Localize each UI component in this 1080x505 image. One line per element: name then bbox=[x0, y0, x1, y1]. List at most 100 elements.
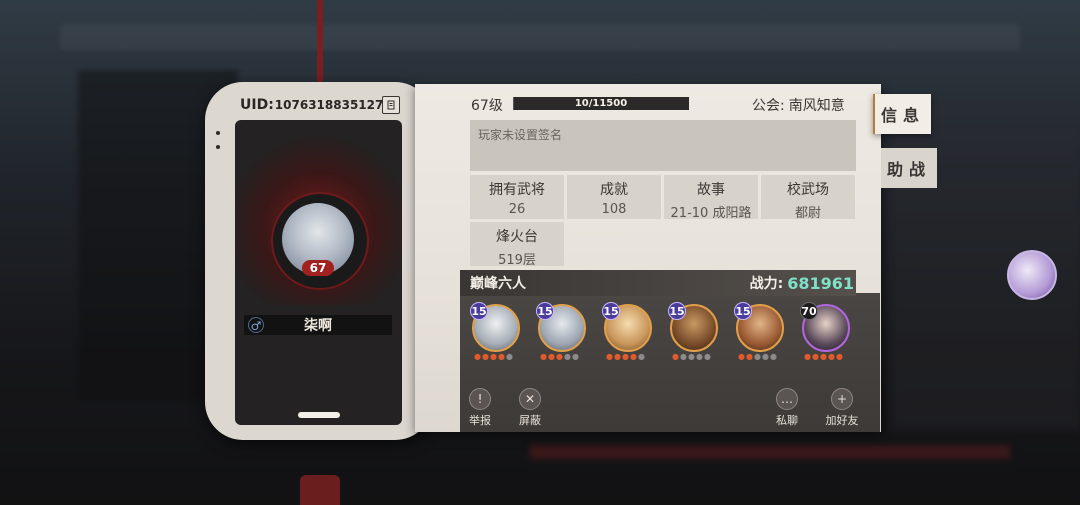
hero-star-icon: ● bbox=[489, 352, 497, 361]
guild-name: 南风知意 bbox=[788, 98, 845, 114]
team-header: 巅峰六人 战力: 681961 bbox=[460, 270, 856, 296]
stat-label: 拥有武将 bbox=[489, 182, 545, 198]
uid-label: UID: bbox=[240, 97, 274, 113]
hero-level-badge: 15 bbox=[668, 302, 686, 320]
hero-star-icon: ● bbox=[547, 352, 555, 361]
card-slot bbox=[298, 412, 340, 418]
card-rivet bbox=[216, 145, 220, 149]
stat-heroes-owned[interactable]: 拥有武将 26 bbox=[470, 175, 564, 219]
card-string bbox=[317, 0, 323, 92]
team-hero-slot[interactable]: 70 ● ● ● ● ● bbox=[800, 302, 852, 368]
tab-info-label: 信息 bbox=[880, 106, 925, 125]
player-name: 柒啊 bbox=[304, 318, 332, 334]
hero-star-icon: ● bbox=[505, 352, 513, 361]
mute-icon: ✕ bbox=[519, 388, 541, 410]
hero-star-icon: ● bbox=[606, 352, 613, 361]
stat-value: 21-10 成阳路 bbox=[670, 206, 752, 221]
tab-assist[interactable]: 助战 bbox=[881, 148, 937, 188]
hero-star-icon: ● bbox=[835, 352, 843, 361]
uid-value: 10763188351274 bbox=[274, 98, 392, 112]
xp-progress-bar: 10/11500 bbox=[513, 97, 689, 110]
tab-assist-label: 助战 bbox=[886, 160, 931, 179]
stat-value: 519层 bbox=[498, 253, 536, 268]
hero-stars: ● ● ● ● ● bbox=[804, 352, 850, 361]
team-hero-slot[interactable]: 15 ● ● ● ● ● bbox=[602, 302, 654, 368]
hero-star-icon: ● bbox=[571, 352, 579, 361]
hero-star-icon: ● bbox=[738, 352, 745, 361]
hero-star-icon: ● bbox=[753, 352, 761, 361]
stat-beacon-tower[interactable]: 烽火台 519层 bbox=[470, 222, 564, 268]
tab-info[interactable]: 信息 bbox=[873, 94, 931, 134]
signature-box: 玩家未设置签名 bbox=[470, 120, 856, 171]
report-label: 举报 bbox=[469, 414, 491, 427]
add-friend-button[interactable]: + 加好友 bbox=[817, 388, 867, 428]
hero-stars: ● ● ● ● ● bbox=[606, 352, 652, 361]
hero-star-icon: ● bbox=[761, 352, 769, 361]
chat-label: 私聊 bbox=[776, 414, 798, 427]
player-level-text: 67级 bbox=[471, 98, 503, 114]
male-symbol-icon: ♂ bbox=[248, 317, 264, 333]
hero-level-badge: 15 bbox=[470, 302, 488, 320]
stat-label: 成就 bbox=[600, 182, 628, 198]
team-hero-slot[interactable]: 15 ● ● ● ● ● bbox=[470, 302, 522, 368]
guild-label: 公会: bbox=[752, 98, 785, 114]
report-button[interactable]: ! 举报 bbox=[455, 388, 505, 428]
card-rivet bbox=[216, 131, 220, 135]
private-chat-button[interactable]: … 私聊 bbox=[762, 388, 812, 428]
hero-star-icon: ● bbox=[555, 352, 563, 361]
hero-star-icon: ● bbox=[481, 352, 489, 361]
team-hero-slot[interactable]: 15 ● ● ● ● ● bbox=[734, 302, 786, 368]
hero-star-icon: ● bbox=[804, 352, 811, 361]
stat-value: 108 bbox=[601, 202, 627, 217]
uid-row: UID: 10763188351274 bbox=[240, 96, 402, 114]
power-value: 681961 bbox=[787, 273, 854, 293]
stat-value: 都尉 bbox=[794, 206, 821, 221]
copy-uid-icon[interactable] bbox=[382, 96, 400, 114]
hero-star-icon: ● bbox=[695, 352, 703, 361]
xp-text: 10/11500 bbox=[574, 98, 628, 109]
team-hero-slot[interactable]: 15 ● ● ● ● ● bbox=[668, 302, 720, 368]
warning-icon: ! bbox=[469, 388, 491, 410]
stat-label: 烽火台 bbox=[496, 229, 538, 245]
card-tassel bbox=[300, 475, 340, 505]
hero-star-icon: ● bbox=[687, 352, 695, 361]
hero-level-badge: 70 bbox=[800, 302, 818, 320]
hero-star-icon: ● bbox=[540, 352, 547, 361]
hero-star-icon: ● bbox=[563, 352, 571, 361]
hero-star-icon: ● bbox=[819, 352, 827, 361]
player-level-badge: 67 bbox=[302, 260, 334, 276]
hero-level-badge: 15 bbox=[734, 302, 752, 320]
stat-story[interactable]: 故事 21-10 成阳路 bbox=[664, 175, 758, 221]
hero-star-icon: ● bbox=[629, 352, 637, 361]
hero-stars: ● ● ● ● ● bbox=[738, 352, 784, 361]
stat-value: 26 bbox=[508, 202, 526, 217]
stat-arena[interactable]: 校武场 都尉 bbox=[761, 175, 855, 221]
hero-level-badge: 15 bbox=[536, 302, 554, 320]
hero-star-icon: ● bbox=[621, 352, 629, 361]
team-title: 巅峰六人 bbox=[470, 276, 526, 292]
block-button[interactable]: ✕ 屏蔽 bbox=[505, 388, 555, 428]
hero-star-icon: ● bbox=[497, 352, 505, 361]
add-user-icon: + bbox=[831, 388, 853, 410]
power-label: 战力: bbox=[749, 276, 784, 292]
hero-stars: ● ● ● ● ● bbox=[474, 352, 520, 361]
stat-label: 校武场 bbox=[787, 182, 829, 198]
hero-star-icon: ● bbox=[474, 352, 481, 361]
stat-label: 故事 bbox=[697, 182, 725, 198]
hero-stars: ● ● ● ● ● bbox=[540, 352, 586, 361]
hero-star-icon: ● bbox=[827, 352, 835, 361]
hero-star-icon: ● bbox=[811, 352, 819, 361]
floating-assistant-button[interactable] bbox=[1007, 250, 1057, 300]
hero-star-icon: ● bbox=[679, 352, 687, 361]
team-hero-slot[interactable]: 15 ● ● ● ● ● bbox=[536, 302, 588, 368]
block-label: 屏蔽 bbox=[519, 414, 541, 427]
hero-star-icon: ● bbox=[745, 352, 753, 361]
hero-star-icon: ● bbox=[637, 352, 645, 361]
guild-info[interactable]: 公会: 南风知意 bbox=[752, 95, 845, 115]
add-friend-label: 加好友 bbox=[825, 414, 859, 427]
hero-star-icon: ● bbox=[769, 352, 777, 361]
hero-level-badge: 15 bbox=[602, 302, 620, 320]
stat-achievements[interactable]: 成就 108 bbox=[567, 175, 661, 219]
chat-bubble-icon: … bbox=[776, 388, 798, 410]
hero-star-icon: ● bbox=[703, 352, 711, 361]
